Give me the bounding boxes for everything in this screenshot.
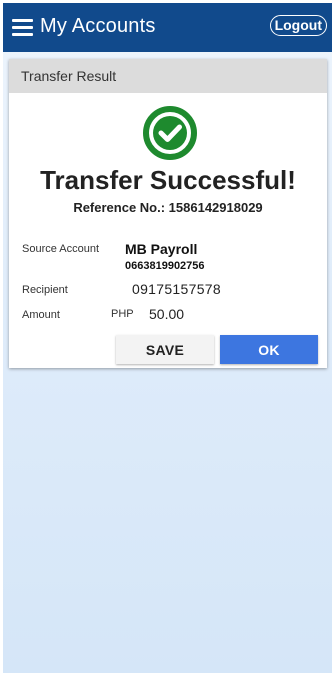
amount-value: 50.00 [149, 306, 185, 322]
app-bar: My Accounts Logout [3, 3, 332, 52]
recipient-value: 09175157578 [132, 281, 221, 297]
amount-label: Amount [22, 309, 60, 321]
logout-button[interactable]: Logout [269, 15, 327, 36]
recipient-label: Recipient [22, 284, 68, 296]
amount-currency: PHP [111, 308, 134, 320]
card-header: Transfer Result [9, 59, 327, 93]
check-circle-icon [142, 105, 198, 161]
save-button[interactable]: SAVE [116, 335, 214, 364]
source-account-label: Source Account [22, 243, 100, 255]
reference-number: Reference No.: 1586142918029 [73, 200, 263, 215]
app-screen: My Accounts Logout Transfer Result Trans… [3, 3, 332, 673]
page-title: My Accounts [40, 15, 156, 37]
source-account-number: 0663819902756 [125, 260, 205, 272]
ok-button[interactable]: OK [220, 335, 318, 364]
transfer-result-card: Transfer Result Transfer Successful! Ref… [9, 59, 327, 368]
status-title: Transfer Successful! [40, 165, 296, 195]
source-account-name: MB Payroll [125, 241, 198, 257]
hamburger-menu-icon[interactable] [12, 19, 33, 36]
